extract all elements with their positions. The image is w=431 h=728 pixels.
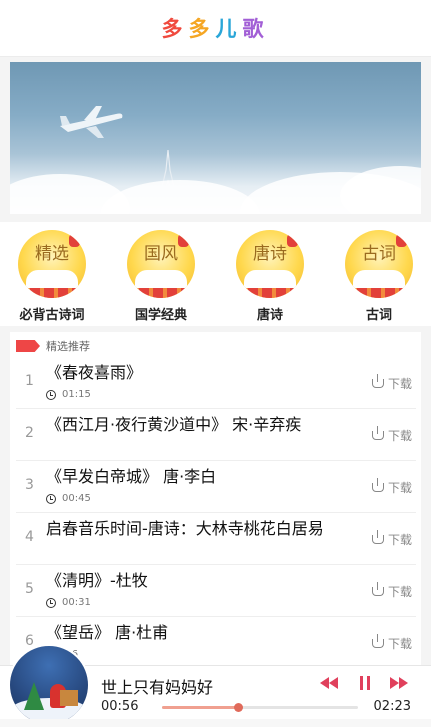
download-icon — [371, 530, 384, 544]
song-row[interactable]: 5 《清明》-杜牧 00:31 下载 — [16, 568, 416, 617]
category-moon-rabbit-icon: 精选 — [18, 230, 86, 298]
app-header: 多多儿歌 — [0, 0, 431, 57]
category-icon-text: 精选 — [35, 244, 69, 264]
song-number: 5 — [25, 581, 34, 597]
download-icon — [371, 426, 384, 440]
download-button[interactable]: 下载 — [371, 426, 412, 444]
song-duration-text: 00:31 — [62, 597, 91, 608]
category-label: 必背古诗词 — [19, 308, 85, 323]
now-playing-title: 世上只有妈妈好 — [101, 678, 214, 697]
banner-image[interactable] — [10, 62, 421, 214]
category-item[interactable]: 国风 国学经典 — [107, 230, 215, 323]
download-label: 下载 — [387, 429, 412, 443]
category-label: 唐诗 — [256, 308, 283, 323]
category-label: 国学经典 — [134, 308, 187, 323]
song-row[interactable]: 4 启春音乐时间-唐诗：大林寺桃花白居易 下载 — [16, 516, 416, 565]
song-title: 《早发白帝城》 唐·李白 — [46, 467, 217, 486]
category-icon-text: 古词 — [362, 244, 396, 264]
download-button[interactable]: 下载 — [371, 478, 412, 496]
song-row[interactable]: 1 《春夜喜雨》 01:15 下载 — [16, 360, 416, 409]
download-button[interactable]: 下载 — [371, 634, 412, 652]
clock-icon — [46, 597, 56, 608]
song-duration-text: 00:45 — [62, 493, 91, 504]
current-time: 00:56 — [101, 699, 139, 714]
category-icon-text: 唐诗 — [253, 244, 287, 264]
download-button[interactable]: 下载 — [371, 374, 412, 392]
section-title: 精选推荐 — [46, 340, 90, 353]
song-duration-text: 01:15 — [62, 389, 91, 400]
app-title-char: 歌 — [242, 17, 270, 41]
song-duration: 00:31 — [46, 597, 91, 608]
category-moon-rabbit-icon: 古词 — [345, 230, 413, 298]
download-label: 下载 — [387, 481, 412, 495]
previous-button[interactable] — [320, 673, 338, 693]
category-icon-text: 国风 — [144, 244, 178, 264]
download-icon — [371, 634, 384, 648]
song-title: 启春音乐时间-唐诗：大林寺桃花白居易 — [46, 519, 324, 538]
download-label: 下载 — [387, 533, 412, 547]
song-title: 《西江月·夜行黄沙道中》 宋·辛弃疾 — [46, 415, 302, 434]
song-number: 1 — [25, 373, 34, 389]
download-button[interactable]: 下载 — [371, 582, 412, 600]
category-moon-rabbit-icon: 唐诗 — [236, 230, 304, 298]
download-label: 下载 — [387, 637, 412, 651]
download-icon — [371, 374, 384, 388]
song-title: 《春夜喜雨》 — [46, 363, 143, 382]
song-number: 3 — [25, 477, 34, 493]
download-icon — [371, 478, 384, 492]
pause-button[interactable] — [358, 673, 372, 693]
progress-fill — [162, 706, 239, 709]
category-grid: 精选 必背古诗词 国风 国学经典 唐诗 唐诗 古词 古词 — [0, 222, 431, 326]
category-item[interactable]: 古词 古词 — [325, 230, 431, 323]
app-title-char: 儿 — [215, 17, 243, 41]
category-label: 古词 — [365, 308, 392, 323]
song-row[interactable]: 2 《西江月·夜行黄沙道中》 宋·辛弃疾 下载 — [16, 412, 416, 461]
category-moon-rabbit-icon: 国风 — [127, 230, 195, 298]
song-number: 4 — [25, 529, 34, 545]
app-title: 多多儿歌 — [162, 13, 270, 43]
song-duration: 00:45 — [46, 493, 91, 504]
song-duration: 01:15 — [46, 389, 91, 400]
pause-icon — [360, 676, 363, 690]
section-header: 精选推荐 — [16, 338, 90, 354]
flag-icon — [16, 340, 40, 352]
song-row[interactable]: 3 《早发白帝城》 唐·李白 00:45 下载 — [16, 464, 416, 513]
category-item[interactable]: 唐诗 唐诗 — [216, 230, 324, 323]
next-button[interactable] — [390, 673, 408, 693]
clock-icon — [46, 493, 56, 504]
total-time: 02:23 — [373, 699, 411, 714]
download-button[interactable]: 下载 — [371, 530, 412, 548]
airplane-icon — [60, 106, 123, 138]
progress-bar[interactable] — [162, 703, 358, 712]
download-label: 下载 — [387, 585, 412, 599]
download-label: 下载 — [387, 377, 412, 391]
app-title-char: 多 — [161, 17, 189, 41]
album-cover[interactable] — [8, 644, 90, 726]
clock-icon — [46, 389, 56, 400]
app-title-char: 多 — [188, 17, 216, 41]
bottom-tab-bar[interactable] — [0, 719, 431, 727]
previous-icon — [320, 677, 329, 689]
category-item[interactable]: 精选 必背古诗词 — [0, 230, 106, 323]
download-icon — [371, 582, 384, 596]
progress-knob[interactable] — [234, 703, 244, 712]
next-icon — [390, 677, 399, 689]
song-title: 《望岳》 唐·杜甫 — [46, 623, 169, 642]
song-title: 《清明》-杜牧 — [46, 571, 148, 590]
song-number: 2 — [25, 425, 34, 441]
